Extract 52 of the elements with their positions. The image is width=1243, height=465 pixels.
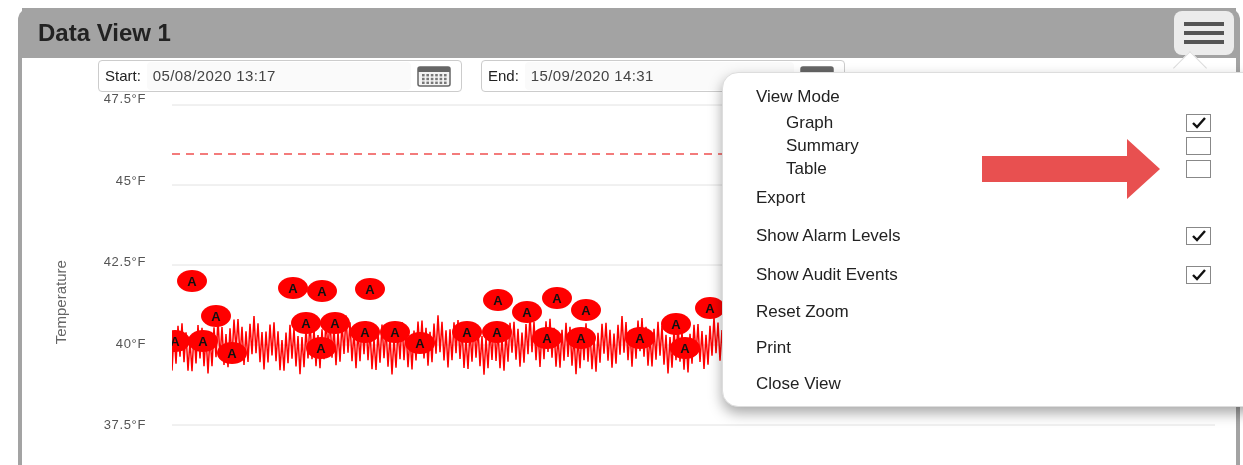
checkbox[interactable] bbox=[1186, 136, 1211, 155]
audit-marker[interactable]: A bbox=[532, 327, 562, 349]
audit-marker[interactable]: A bbox=[291, 312, 321, 334]
audit-marker[interactable]: A bbox=[542, 287, 572, 309]
audit-marker[interactable]: A bbox=[380, 321, 410, 343]
audit-marker[interactable]: A bbox=[201, 305, 231, 327]
audit-marker[interactable]: A bbox=[355, 278, 385, 300]
audit-marker[interactable]: A bbox=[625, 327, 655, 349]
audit-marker[interactable]: A bbox=[278, 277, 308, 299]
audit-marker[interactable]: A bbox=[177, 270, 207, 292]
audit-marker[interactable]: A bbox=[350, 321, 380, 343]
y-tick-label: 40°F bbox=[115, 335, 146, 352]
checkbox[interactable] bbox=[1186, 265, 1211, 284]
menu-button[interactable] bbox=[1174, 11, 1234, 55]
menu-toggle[interactable]: Show Audit Events bbox=[723, 255, 1211, 294]
y-tick-label: 42.5°F bbox=[103, 254, 146, 270]
date-field[interactable]: Start: 05/08/2020 13:17 bbox=[98, 60, 462, 92]
menu-icon bbox=[1184, 21, 1224, 45]
menu-toggle[interactable]: Show Alarm Levels bbox=[723, 216, 1211, 255]
audit-marker[interactable]: A bbox=[482, 321, 512, 343]
menu-item[interactable]: Export bbox=[756, 185, 806, 211]
checkbox[interactable] bbox=[1186, 113, 1211, 132]
checkbox[interactable] bbox=[1186, 159, 1211, 178]
menu-option[interactable]: Table bbox=[723, 157, 1211, 180]
y-tick-label: 37.5°F bbox=[103, 417, 146, 433]
audit-marker[interactable]: A bbox=[306, 337, 336, 359]
y-tick-label: 47.5°F bbox=[103, 91, 146, 107]
audit-marker[interactable]: A bbox=[571, 299, 601, 321]
audit-marker[interactable]: A bbox=[217, 342, 247, 364]
menu-item[interactable]: Print bbox=[756, 335, 791, 361]
check-icon bbox=[1190, 229, 1207, 242]
audit-marker[interactable]: A bbox=[661, 313, 691, 335]
y-tick-label: 45°F bbox=[115, 172, 146, 189]
check-icon bbox=[1190, 116, 1207, 129]
menu-option[interactable]: Graph bbox=[723, 111, 1211, 134]
audit-marker[interactable]: A bbox=[452, 321, 482, 343]
audit-marker[interactable]: A bbox=[188, 330, 218, 352]
panel-title: Data View 1 bbox=[38, 18, 171, 48]
calendar-icon[interactable] bbox=[417, 65, 451, 87]
audit-marker[interactable]: A bbox=[566, 327, 596, 349]
checkbox[interactable] bbox=[1186, 226, 1211, 245]
audit-marker[interactable]: A bbox=[512, 301, 542, 323]
menu-item[interactable]: Reset Zoom bbox=[756, 299, 849, 325]
audit-marker[interactable]: A bbox=[483, 289, 513, 311]
audit-marker[interactable]: A bbox=[405, 332, 435, 354]
audit-marker[interactable]: A bbox=[307, 280, 337, 302]
check-icon bbox=[1190, 268, 1207, 281]
menu-item[interactable]: Close View bbox=[756, 371, 841, 397]
menu-option[interactable]: Summary bbox=[723, 134, 1211, 157]
audit-marker[interactable]: A bbox=[670, 337, 700, 359]
audit-marker[interactable]: A bbox=[320, 312, 350, 334]
y-axis-label: Temperature bbox=[50, 259, 70, 345]
